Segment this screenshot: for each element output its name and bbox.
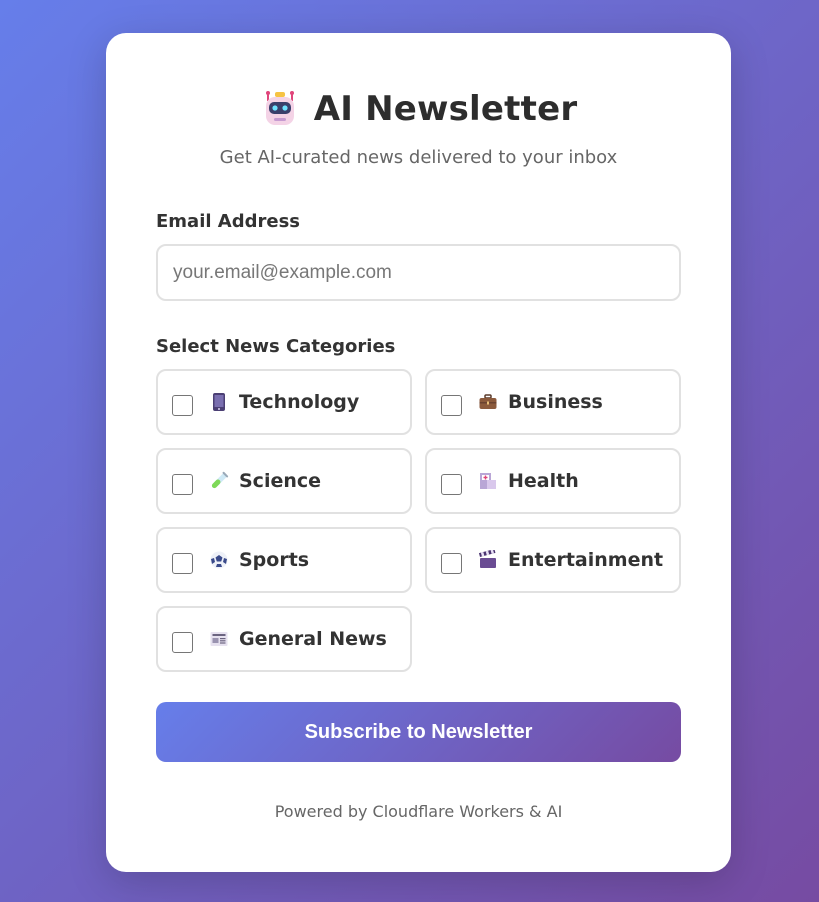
sports-checkbox[interactable] [172,552,193,574]
science-checkbox[interactable] [172,473,193,495]
category-label: Technology [239,391,360,413]
health-checkbox[interactable] [441,473,462,495]
category-general-news[interactable]: General News [156,606,412,672]
categories-grid: Technology Business Science Health Sport… [156,369,681,672]
category-entertainment[interactable]: Entertainment [425,527,681,593]
soccer-ball-icon [209,550,229,570]
mobile-phone-icon [209,392,229,412]
briefcase-icon [478,392,498,412]
clapper-board-icon [478,550,498,570]
category-label: Business [508,391,603,413]
page-subtitle: Get AI-curated news delivered to your in… [219,147,618,168]
general-news-checkbox[interactable] [172,631,193,653]
footer-text: Powered by Cloudflare Workers & AI [274,802,563,821]
signup-card: AI Newsletter Get AI-curated news delive… [106,33,731,872]
entertainment-checkbox[interactable] [441,552,462,574]
category-science[interactable]: Science [156,448,412,514]
business-checkbox[interactable] [441,394,462,416]
categories-label: Select News Categories [156,336,396,357]
robot-icon [260,89,300,129]
category-health[interactable]: Health [425,448,681,514]
email-label: Email Address [156,211,301,232]
title-row: AI Newsletter [106,85,731,133]
hospital-icon [478,471,498,491]
email-input[interactable] [156,244,681,301]
newspaper-icon [209,629,229,649]
header: AI Newsletter Get AI-curated news delive… [106,33,731,168]
category-technology[interactable]: Technology [156,369,412,435]
test-tube-icon [209,471,229,491]
category-business[interactable]: Business [425,369,681,435]
category-label: Entertainment [508,549,664,571]
subscribe-button[interactable]: Subscribe to Newsletter [156,702,681,762]
category-label: Science [239,470,322,492]
category-sports[interactable]: Sports [156,527,412,593]
category-label: General News [239,628,387,650]
page-title: AI Newsletter [313,89,578,129]
technology-checkbox[interactable] [172,394,193,416]
category-label: Sports [239,549,310,571]
category-label: Health [508,470,579,492]
